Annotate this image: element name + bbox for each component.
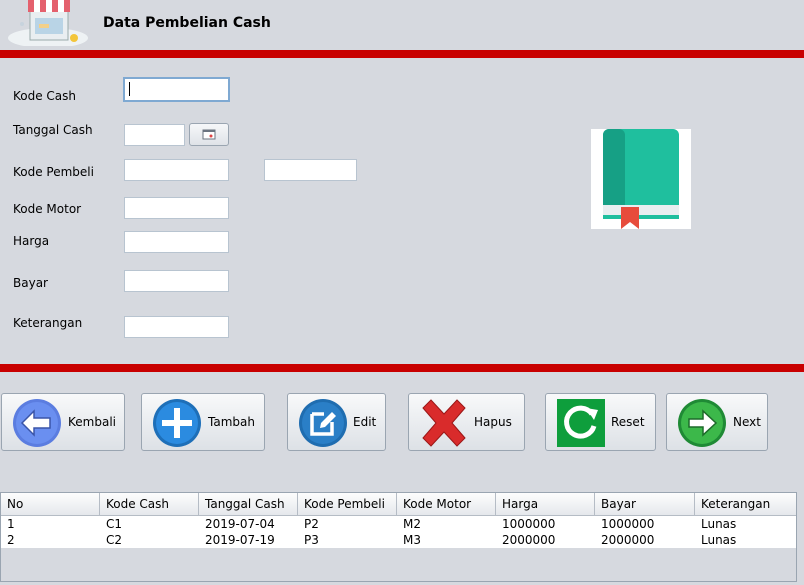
kode-pembeli-label: Kode Pembeli bbox=[13, 165, 94, 179]
table-cell: Lunas bbox=[701, 533, 737, 547]
table-cell: P2 bbox=[304, 517, 319, 531]
table-cell: 2000000 bbox=[601, 533, 655, 547]
harga-input[interactable] bbox=[124, 231, 229, 253]
bayar-label: Bayar bbox=[13, 276, 48, 290]
next-button[interactable]: Next bbox=[666, 393, 768, 451]
table-cell: Lunas bbox=[701, 517, 737, 531]
delete-x-icon bbox=[422, 399, 466, 447]
column-header[interactable]: No bbox=[1, 493, 100, 515]
kode-cash-input[interactable] bbox=[123, 77, 230, 102]
edit-label: Edit bbox=[353, 415, 377, 429]
edit-icon bbox=[299, 399, 347, 447]
column-header[interactable]: Bayar bbox=[595, 493, 695, 515]
table-cell: 1 bbox=[7, 517, 15, 531]
table-cell: P3 bbox=[304, 533, 319, 547]
keterangan-input[interactable] bbox=[124, 316, 229, 338]
kode-motor-label: Kode Motor bbox=[13, 202, 82, 216]
table-cell: 2000000 bbox=[502, 533, 556, 547]
kode-pembeli-input[interactable] bbox=[124, 159, 229, 181]
page-title: Data Pembelian Cash bbox=[103, 15, 271, 31]
table-cell: 2019-07-04 bbox=[205, 517, 275, 531]
table-cell: C2 bbox=[106, 533, 123, 547]
table-cell: 2 bbox=[7, 533, 15, 547]
kode-cash-label: Kode Cash bbox=[13, 89, 77, 103]
column-header[interactable]: Kode Motor bbox=[397, 493, 496, 515]
reset-button[interactable]: Reset bbox=[545, 393, 656, 451]
text-caret bbox=[129, 82, 130, 96]
kembali-label: Kembali bbox=[68, 415, 116, 429]
data-table[interactable]: No Kode Cash Tanggal Cash Kode Pembeli K… bbox=[0, 492, 797, 582]
column-header[interactable]: Kode Pembeli bbox=[298, 493, 397, 515]
keterangan-label: Keterangan bbox=[13, 316, 83, 330]
table-cell: M3 bbox=[403, 533, 421, 547]
arrow-right-icon bbox=[678, 399, 726, 447]
kode-motor-input[interactable] bbox=[124, 197, 229, 219]
refresh-icon bbox=[557, 399, 605, 447]
hapus-button[interactable]: Hapus bbox=[408, 393, 525, 451]
tanggal-cash-label: Tanggal Cash bbox=[13, 123, 93, 137]
column-header[interactable]: Tanggal Cash bbox=[199, 493, 298, 515]
table-cell: 1000000 bbox=[601, 517, 655, 531]
table-cell: 1000000 bbox=[502, 517, 556, 531]
bottom-divider bbox=[0, 364, 804, 372]
column-header[interactable]: Kode Cash bbox=[100, 493, 199, 515]
column-header[interactable]: Harga bbox=[496, 493, 595, 515]
plus-icon bbox=[153, 399, 201, 447]
nama-pembeli-input[interactable] bbox=[264, 159, 357, 181]
top-divider bbox=[0, 50, 804, 58]
table-cell: C1 bbox=[106, 517, 123, 531]
tambah-label: Tambah bbox=[208, 415, 255, 429]
tambah-button[interactable]: Tambah bbox=[141, 393, 265, 451]
table-cell: M2 bbox=[403, 517, 421, 531]
table-row[interactable]: 1 C1 2019-07-04 P2 M2 1000000 1000000 Lu… bbox=[1, 516, 796, 532]
next-label: Next bbox=[733, 415, 761, 429]
table-row[interactable]: 2 C2 2019-07-19 P3 M3 2000000 2000000 Lu… bbox=[1, 532, 796, 548]
arrow-left-icon bbox=[13, 399, 61, 447]
harga-label: Harga bbox=[13, 234, 50, 248]
store-logo-icon bbox=[8, 0, 88, 48]
book-icon bbox=[591, 129, 691, 229]
column-header[interactable]: Keterangan bbox=[695, 493, 796, 515]
table-cell: 2019-07-19 bbox=[205, 533, 275, 547]
tanggal-cash-input[interactable] bbox=[124, 124, 185, 146]
table-header: No Kode Cash Tanggal Cash Kode Pembeli K… bbox=[1, 493, 796, 516]
hapus-label: Hapus bbox=[474, 415, 512, 429]
date-picker-button[interactable] bbox=[189, 123, 229, 146]
table-empty-area bbox=[1, 548, 796, 581]
reset-label: Reset bbox=[611, 415, 645, 429]
edit-button[interactable]: Edit bbox=[287, 393, 386, 451]
bayar-input[interactable] bbox=[124, 270, 229, 292]
calendar-icon bbox=[202, 129, 216, 140]
kembali-button[interactable]: Kembali bbox=[1, 393, 125, 451]
